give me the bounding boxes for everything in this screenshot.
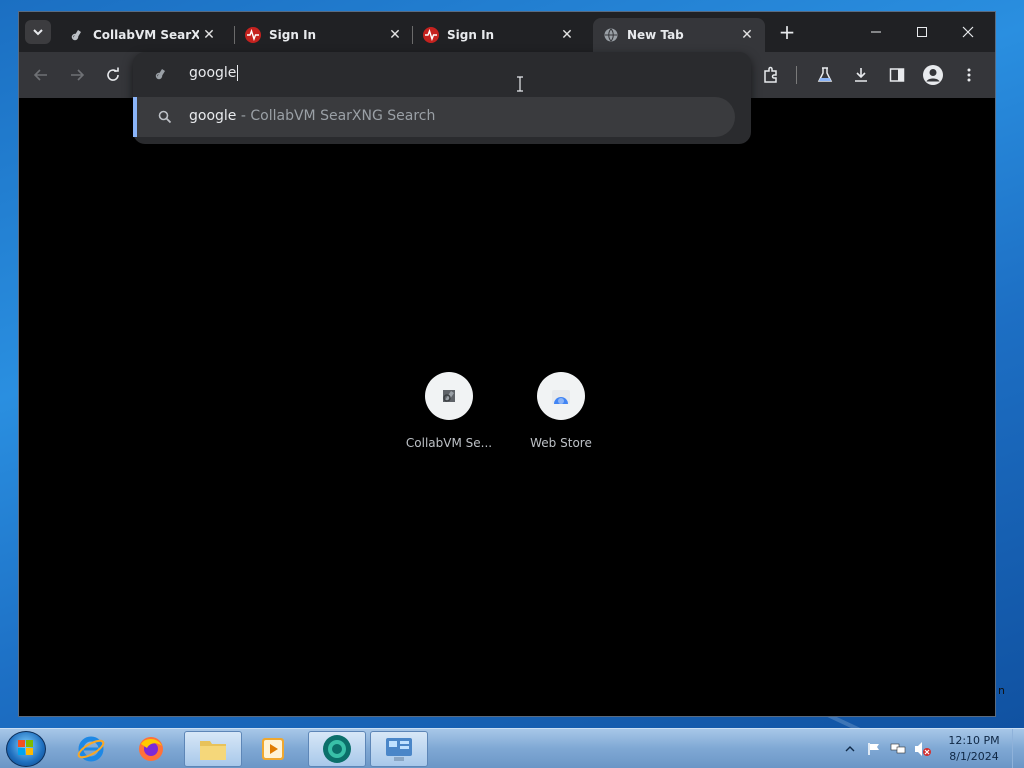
shortcut-icon-bg [425, 372, 473, 420]
clock-date: 8/1/2024 [949, 750, 999, 763]
windows-logo-icon [18, 740, 33, 755]
labs-button[interactable] [813, 63, 837, 87]
tab-new-tab[interactable]: New Tab ✕ [593, 18, 765, 52]
tab-title: CollabVM SearXNG [93, 28, 199, 42]
address-input-value: google [189, 65, 237, 81]
network-icon [890, 743, 906, 754]
tab-title: Sign In [269, 28, 317, 42]
arrow-right-icon [71, 69, 85, 81]
tab-collabvm-searxng[interactable]: CollabVM SearXNG ✕ [59, 18, 227, 52]
show-desktop-button[interactable] [1012, 729, 1024, 768]
maximize-button[interactable] [907, 20, 937, 44]
back-button[interactable] [29, 63, 53, 87]
ibeam-cursor-icon [517, 76, 523, 92]
searxng-icon [155, 69, 165, 80]
taskbar-clock[interactable]: 12:10 PM 8/1/2024 [942, 733, 1006, 765]
tray-action-center[interactable] [864, 729, 884, 768]
suggestion-text: google - CollabVM SearXNG Search [189, 108, 435, 124]
maximize-icon [917, 27, 927, 37]
searxng-icon [443, 390, 455, 402]
shortcut-icon-bg [537, 372, 585, 420]
shortcut-collabvm[interactable]: CollabVM Se... [401, 370, 497, 450]
taskbar-chromium[interactable] [308, 731, 366, 767]
omnibox-suggestion[interactable]: google - CollabVM SearXNG Search [133, 97, 735, 137]
side-panel-button[interactable] [885, 63, 909, 87]
reload-button[interactable] [101, 63, 125, 87]
minimize-button[interactable] [861, 20, 891, 44]
tray-network[interactable] [888, 729, 908, 768]
new-tab-button[interactable]: + [777, 20, 797, 44]
close-icon [962, 26, 974, 38]
globe-icon [603, 27, 619, 43]
shortcut-label: CollabVM Se... [405, 436, 493, 450]
tab-title: New Tab [627, 28, 684, 42]
close-icon[interactable]: ✕ [557, 25, 577, 45]
pulse-icon [423, 27, 439, 43]
avatar-icon [923, 65, 943, 85]
shortcut-web-store[interactable]: Web Store [513, 370, 609, 450]
file-explorer-icon [200, 741, 226, 760]
shortcut-label: Web Store [530, 436, 592, 450]
arrow-left-icon [33, 69, 47, 81]
close-icon[interactable]: ✕ [737, 25, 757, 45]
searxng-icon [69, 27, 85, 43]
start-button[interactable] [6, 731, 46, 767]
download-icon [855, 68, 867, 82]
suggestion-query: google [189, 108, 237, 124]
taskbar: 12:10 PM 8/1/2024 [0, 728, 1024, 768]
side-panel-icon [889, 68, 905, 82]
taskbar-file-explorer[interactable] [184, 731, 242, 767]
close-icon[interactable]: ✕ [199, 25, 219, 45]
media-player-icon [262, 738, 284, 760]
browser-window: CollabVM SearXNG ✕ Sign In ✕ Sign In ✕ [18, 11, 996, 717]
tab-title: Sign In [447, 28, 495, 42]
desktop-icon-label-fragment: n [998, 684, 1005, 697]
chevron-down-icon [33, 29, 43, 36]
tab-sign-in-2[interactable]: Sign In ✕ [413, 18, 585, 52]
text-caret [237, 65, 239, 81]
address-input[interactable]: google [189, 65, 239, 81]
puzzle-icon [764, 66, 777, 83]
extensions-button[interactable] [759, 63, 783, 87]
omnibox-dropdown: google google - CollabVM SearXNG Search [133, 52, 751, 144]
close-icon[interactable]: ✕ [385, 25, 405, 45]
toolbar-separator [796, 66, 797, 84]
flag-icon [868, 743, 879, 755]
suggestion-separator: - [236, 108, 251, 124]
tab-strip: CollabVM SearXNG ✕ Sign In ✕ Sign In ✕ [19, 12, 995, 52]
tab-search-button[interactable] [25, 20, 51, 44]
downloads-button[interactable] [849, 63, 873, 87]
menu-button[interactable] [957, 63, 981, 87]
reload-icon [107, 67, 119, 81]
address-bar[interactable]: google [133, 52, 751, 96]
tab-sign-in-1[interactable]: Sign In ✕ [235, 18, 413, 52]
suggestion-provider: CollabVM SearXNG Search [250, 108, 436, 124]
volume-muted-icon [915, 742, 931, 756]
internet-explorer-icon [77, 736, 105, 762]
webstore-icon [552, 390, 570, 404]
taskbar-control-panel[interactable] [370, 731, 428, 767]
profile-button[interactable] [921, 63, 945, 87]
tray-volume[interactable] [912, 729, 934, 768]
control-panel-icon [386, 738, 412, 761]
pulse-icon [245, 27, 261, 43]
minimize-icon [871, 31, 881, 33]
taskbar-firefox[interactable] [122, 731, 180, 767]
chromium-icon [323, 735, 351, 763]
taskbar-media-player[interactable] [244, 731, 302, 767]
flask-icon [817, 67, 833, 82]
firefox-icon [139, 737, 163, 761]
new-tab-page: CollabVM Se... Web Store [19, 98, 995, 716]
taskbar-internet-explorer[interactable] [62, 731, 120, 767]
forward-button[interactable] [65, 63, 89, 87]
tray-overflow-button[interactable] [842, 729, 858, 768]
search-icon [158, 110, 172, 124]
close-window-button[interactable] [953, 20, 983, 44]
chevron-up-icon [845, 746, 855, 752]
clock-time: 12:10 PM [948, 734, 1000, 747]
more-vertical-icon [967, 68, 971, 82]
